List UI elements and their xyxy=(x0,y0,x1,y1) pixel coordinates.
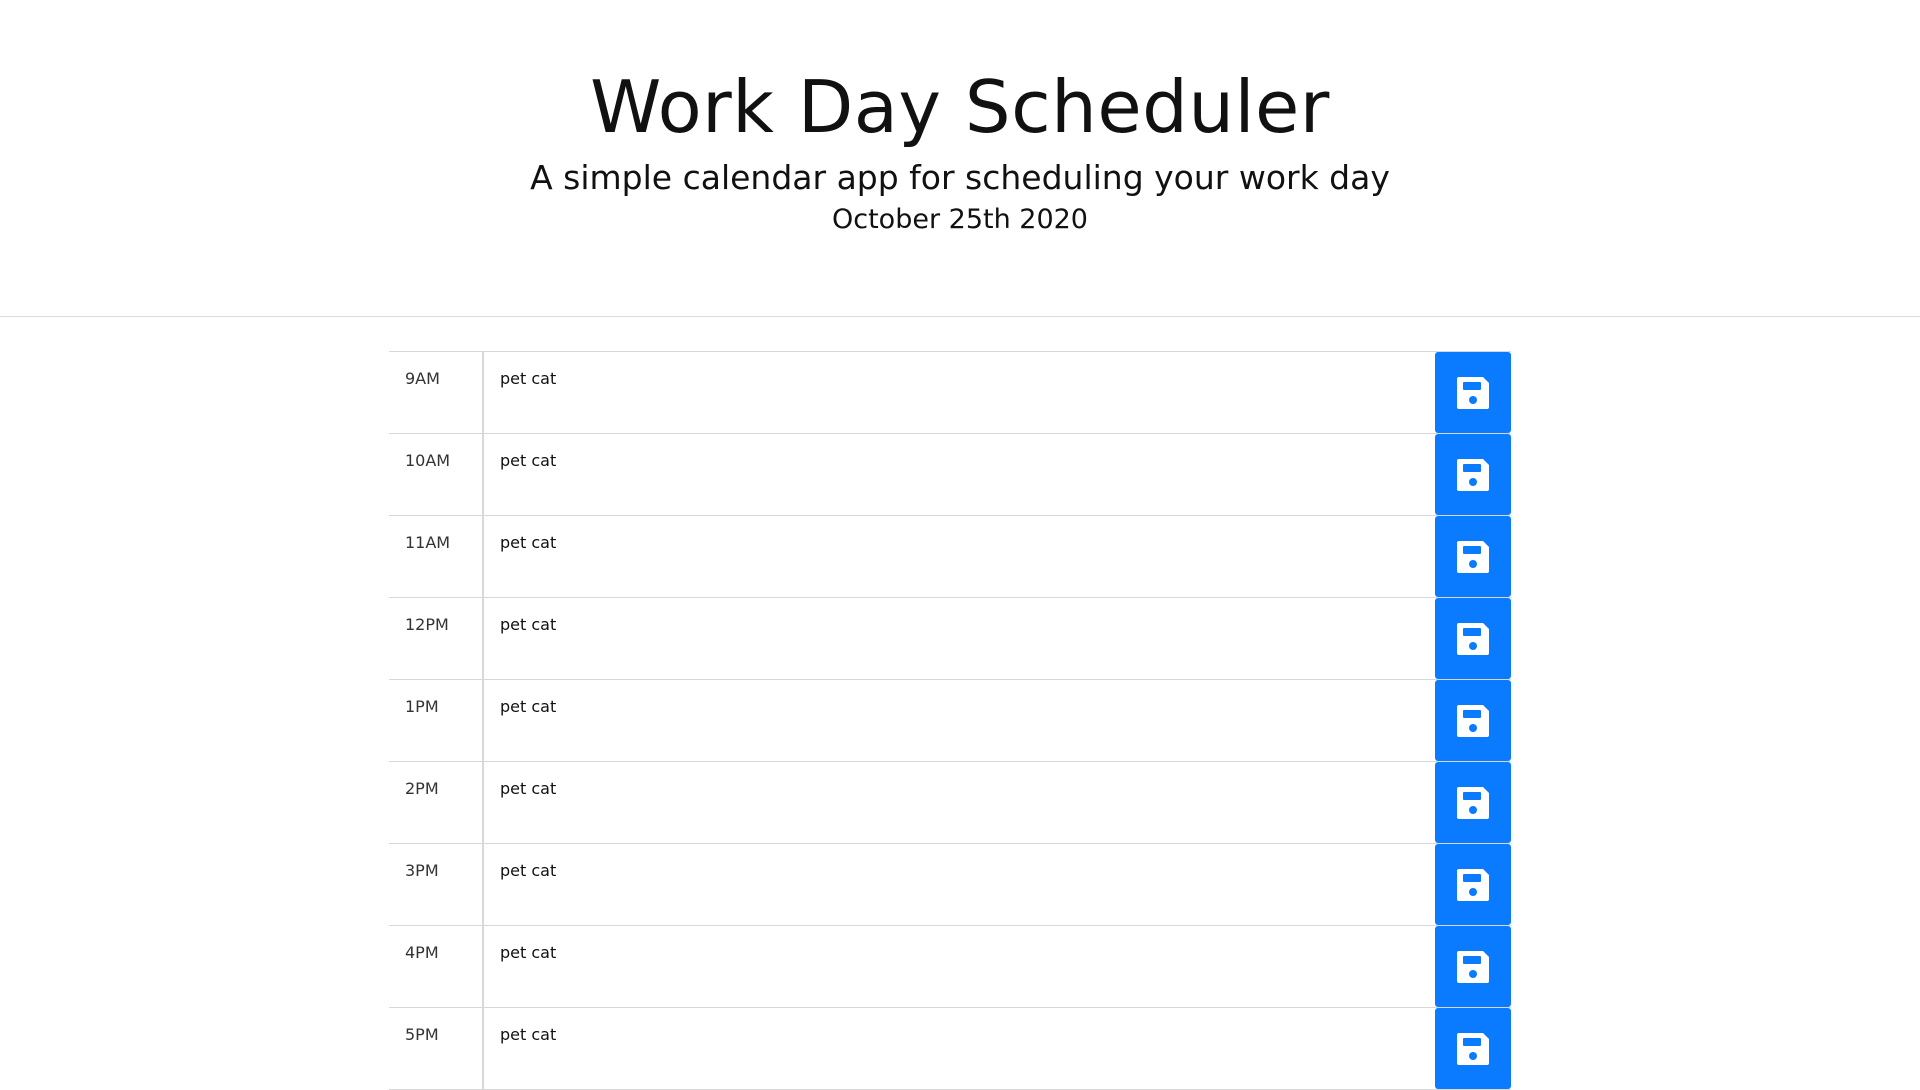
event-description[interactable]: pet cat xyxy=(484,352,1435,433)
floppy-disk-icon xyxy=(1451,781,1495,825)
hour-label: 12PM xyxy=(389,598,484,679)
hour-label: 4PM xyxy=(389,926,484,1007)
save-button[interactable] xyxy=(1435,680,1511,761)
floppy-disk-icon xyxy=(1451,371,1495,415)
floppy-disk-icon xyxy=(1451,1027,1495,1071)
schedule-container: 9AM pet cat 10AM pet cat 11AM pet cat 12… xyxy=(389,351,1511,1090)
save-button[interactable] xyxy=(1435,434,1511,515)
current-date: October 25th 2020 xyxy=(832,204,1088,235)
event-description[interactable]: pet cat xyxy=(484,762,1435,843)
time-block: 12PM pet cat xyxy=(389,597,1511,679)
page-subtitle: A simple calendar app for scheduling you… xyxy=(530,158,1390,197)
time-block: 10AM pet cat xyxy=(389,433,1511,515)
time-block: 2PM pet cat xyxy=(389,761,1511,843)
hour-label: 1PM xyxy=(389,680,484,761)
event-description[interactable]: pet cat xyxy=(484,680,1435,761)
hour-label: 2PM xyxy=(389,762,484,843)
hour-label: 11AM xyxy=(389,516,484,597)
save-button[interactable] xyxy=(1435,926,1511,1007)
time-block: 11AM pet cat xyxy=(389,515,1511,597)
floppy-disk-icon xyxy=(1451,453,1495,497)
hour-label: 9AM xyxy=(389,352,484,433)
event-description[interactable]: pet cat xyxy=(484,926,1435,1007)
time-block: 9AM pet cat xyxy=(389,351,1511,433)
save-button[interactable] xyxy=(1435,762,1511,843)
time-block: 4PM pet cat xyxy=(389,925,1511,1007)
page-title: Work Day Scheduler xyxy=(590,65,1330,149)
floppy-disk-icon xyxy=(1451,863,1495,907)
hour-label: 3PM xyxy=(389,844,484,925)
floppy-disk-icon xyxy=(1451,617,1495,661)
floppy-disk-icon xyxy=(1451,945,1495,989)
hour-label: 5PM xyxy=(389,1008,484,1089)
save-button[interactable] xyxy=(1435,844,1511,925)
floppy-disk-icon xyxy=(1451,699,1495,743)
time-block: 1PM pet cat xyxy=(389,679,1511,761)
event-description[interactable]: pet cat xyxy=(484,844,1435,925)
event-description[interactable]: pet cat xyxy=(484,1008,1435,1089)
time-block: 3PM pet cat xyxy=(389,843,1511,925)
event-description[interactable]: pet cat xyxy=(484,516,1435,597)
hour-label: 10AM xyxy=(389,434,484,515)
save-button[interactable] xyxy=(1435,1008,1511,1089)
time-block: 5PM pet cat xyxy=(389,1007,1511,1090)
save-button[interactable] xyxy=(1435,516,1511,597)
event-description[interactable]: pet cat xyxy=(484,598,1435,679)
page-header: Work Day Scheduler A simple calendar app… xyxy=(0,0,1920,317)
event-description[interactable]: pet cat xyxy=(484,434,1435,515)
floppy-disk-icon xyxy=(1451,535,1495,579)
save-button[interactable] xyxy=(1435,352,1511,433)
save-button[interactable] xyxy=(1435,598,1511,679)
